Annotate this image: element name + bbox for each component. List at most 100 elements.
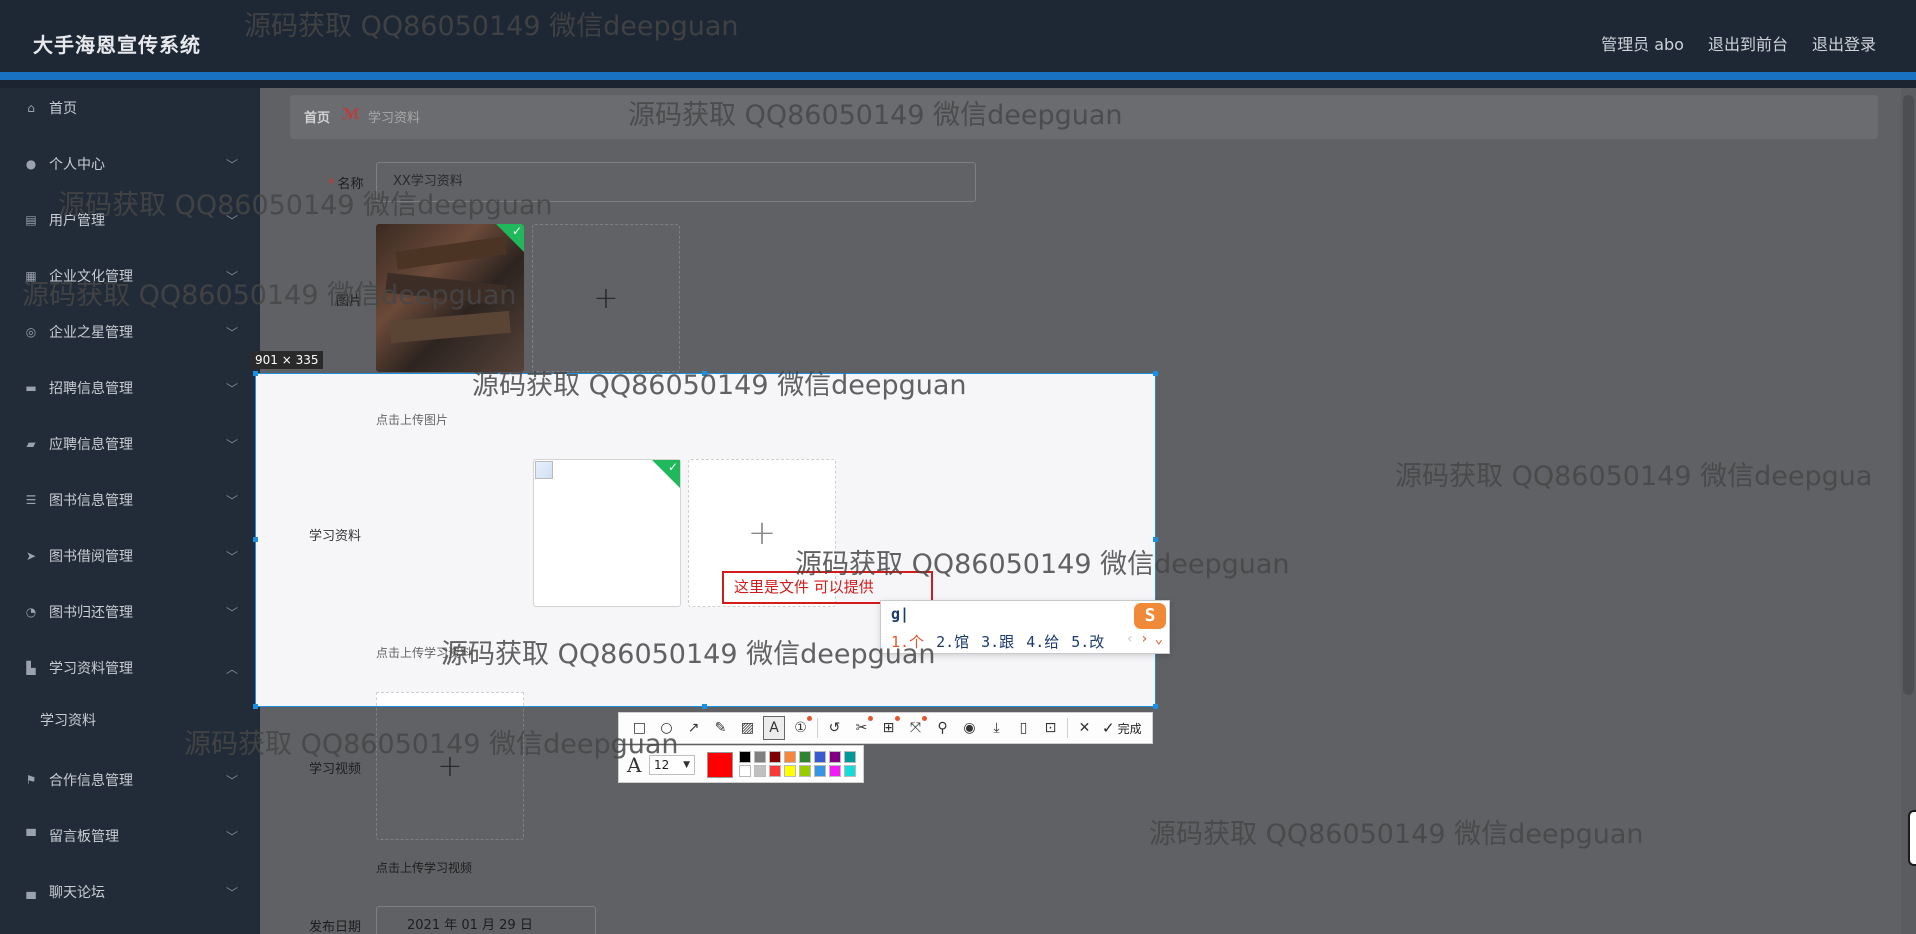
video-upload-button[interactable]: + <box>376 692 524 840</box>
undo-icon[interactable]: ↺ <box>821 716 848 740</box>
resize-handle[interactable] <box>1153 704 1158 709</box>
color-swatch[interactable] <box>739 765 751 777</box>
uploaded-image-thumbnail[interactable]: ✓ <box>376 224 524 372</box>
name-input[interactable]: XX学习资料 <box>376 162 976 202</box>
sidebar-item[interactable]: ⌂ 首页 <box>0 88 260 128</box>
color-swatch[interactable] <box>844 751 856 763</box>
scissors-icon[interactable]: ✂ <box>848 716 875 740</box>
ime-candidate-window[interactable]: g| 1.个 2.馆 3.跟 4.给 5.改 S ‹ › ⌄ <box>880 600 1170 654</box>
phone-icon[interactable]: ▯ <box>1010 716 1037 740</box>
user-icon: ● <box>25 157 37 171</box>
sidebar-item[interactable]: ◔ 图书归还管理 ﹀ <box>0 592 260 632</box>
pen-tool-icon[interactable]: ✎ <box>707 716 734 740</box>
power-icon: ◔ <box>25 605 37 619</box>
chevron-down-icon: ﹀ <box>225 550 238 564</box>
ime-expand-icon[interactable]: ⌄ <box>1155 631 1163 647</box>
resize-handle[interactable] <box>253 537 258 542</box>
ime-candidate[interactable]: 3.跟 <box>981 631 1014 652</box>
ime-composition: g| <box>891 605 910 623</box>
screenshot-toolbar: □ ○ ↗ ✎ ▨ A ① ↺ ✂ ⊞ ⤧ ⚲ ◉ ⤓ ▯ ⊡ ✕ ✓ 完成 <box>618 712 1153 744</box>
ime-candidate[interactable]: 2.馆 <box>936 631 969 652</box>
color-swatch[interactable] <box>769 751 781 763</box>
upload-image-note: 点击上传图片 <box>376 413 449 427</box>
resize-handle[interactable] <box>1153 371 1158 376</box>
sidebar-item-label: 企业之星管理 <box>49 325 133 341</box>
current-color-swatch[interactable] <box>707 752 733 778</box>
sidebar-item[interactable]: ▀ 留言板管理 ﹀ <box>0 816 260 856</box>
header-nav: 管理员 abo 退出到前台 退出登录 <box>1601 31 1876 55</box>
sidebar-item[interactable]: ▤ 用户管理 ﹀ <box>0 200 260 240</box>
resize-handle[interactable] <box>702 704 707 709</box>
sidebar-item[interactable]: ◎ 企业之星管理 ﹀ <box>0 312 260 352</box>
dashboard-icon: ◎ <box>25 325 37 339</box>
sidebar-item-label: 图书归还管理 <box>49 605 133 621</box>
color-swatch[interactable] <box>844 765 856 777</box>
text-tool-icon[interactable]: A <box>763 716 785 740</box>
ellipse-tool-icon[interactable]: ○ <box>653 716 680 740</box>
list-icon: ☰ <box>25 493 37 507</box>
magic-icon[interactable]: ⤧ <box>902 716 929 740</box>
ime-candidate[interactable]: 5.改 <box>1071 631 1104 652</box>
color-swatch[interactable] <box>784 751 796 763</box>
ocr-icon[interactable]: ⊞ <box>875 716 902 740</box>
chevron-down-icon: ﹀ <box>225 774 238 788</box>
color-swatch[interactable] <box>739 751 751 763</box>
image-upload-button[interactable]: + <box>532 224 680 372</box>
ime-next-icon[interactable]: › <box>1140 631 1148 647</box>
admin-user-link[interactable]: 管理员 abo <box>1601 31 1684 55</box>
sidebar-subitem-study-material[interactable]: 学习资料 <box>0 700 260 740</box>
color-swatch[interactable] <box>784 765 796 777</box>
chevron-down-icon: ﹀ <box>225 214 238 228</box>
sidebar-item[interactable]: ☰ 图书信息管理 ﹀ <box>0 480 260 520</box>
resize-handle[interactable] <box>702 371 707 376</box>
upload-video-note: 点击上传学习视频 <box>376 861 473 875</box>
sidebar-item[interactable]: ▄ 聊天论坛 ﹀ <box>0 872 260 912</box>
side-widget[interactable] <box>1908 810 1916 866</box>
logout-link[interactable]: 退出登录 <box>1812 31 1876 55</box>
number-tool-icon[interactable]: ① <box>787 716 814 740</box>
mosaic-tool-icon[interactable]: ▨ <box>734 716 761 740</box>
image-label: 图片 <box>336 294 363 309</box>
color-swatch[interactable] <box>799 751 811 763</box>
rectangle-tool-icon[interactable]: □ <box>626 716 653 740</box>
resize-handle[interactable] <box>253 371 258 376</box>
resize-handle[interactable] <box>253 704 258 709</box>
scrollbar-thumb[interactable] <box>1903 95 1914 695</box>
arrow-tool-icon[interactable]: ↗ <box>680 716 707 740</box>
ime-prev-icon[interactable]: ‹ <box>1126 631 1134 647</box>
color-swatch[interactable] <box>799 765 811 777</box>
bookmark-icon[interactable]: ⊡ <box>1037 716 1064 740</box>
record-icon[interactable]: ◉ <box>956 716 983 740</box>
color-swatch[interactable] <box>829 751 841 763</box>
resize-handle[interactable] <box>1153 537 1158 542</box>
color-swatch[interactable] <box>814 765 826 777</box>
font-size-select[interactable]: 12 ▼ <box>649 755 695 775</box>
ime-candidate[interactable]: 1.个 <box>891 631 924 652</box>
uploaded-file-thumbnail[interactable]: ✓ <box>533 459 681 607</box>
breadcrumb-home[interactable]: 首页 <box>304 107 330 126</box>
pin-icon[interactable]: ⚲ <box>929 716 956 740</box>
sidebar-item[interactable]: ▦ 企业文化管理 ﹀ <box>0 256 260 296</box>
color-swatch[interactable] <box>814 751 826 763</box>
sidebar-item[interactable]: ▬ 招聘信息管理 ﹀ <box>0 368 260 408</box>
back-to-frontend-link[interactable]: 退出到前台 <box>1708 31 1788 55</box>
download-icon[interactable]: ⤓ <box>983 716 1010 740</box>
sidebar-item[interactable]: ● 个人中心 ﹀ <box>0 144 260 184</box>
sidebar-item[interactable]: ⚑ 合作信息管理 ﹀ <box>0 760 260 800</box>
color-swatch[interactable] <box>769 765 781 777</box>
breadcrumb-current: 学习资料 <box>368 111 421 126</box>
sidebar-item[interactable]: ▙ 学习资料管理 ︿ <box>0 648 260 688</box>
color-swatch[interactable] <box>829 765 841 777</box>
screenshot-selection[interactable]: 点击上传图片 学习资料 ✓ + 点击上传学习资料 <box>255 373 1156 707</box>
close-icon[interactable]: ✕ <box>1071 716 1098 740</box>
color-swatch[interactable] <box>754 765 766 777</box>
done-button[interactable]: ✓ 完成 <box>1102 719 1142 737</box>
date-input[interactable]: 2021 年 01 月 29 日 <box>376 906 596 934</box>
sidebar-item[interactable]: ▰ 应聘信息管理 ﹀ <box>0 424 260 464</box>
chevron-down-icon: ﹀ <box>225 326 238 340</box>
ime-candidate[interactable]: 4.给 <box>1026 631 1059 652</box>
document-icon: ▦ <box>25 269 37 283</box>
flag-icon: ⚑ <box>25 773 37 787</box>
sidebar-item[interactable]: ➤ 图书借阅管理 ﹀ <box>0 536 260 576</box>
color-swatch[interactable] <box>754 751 766 763</box>
